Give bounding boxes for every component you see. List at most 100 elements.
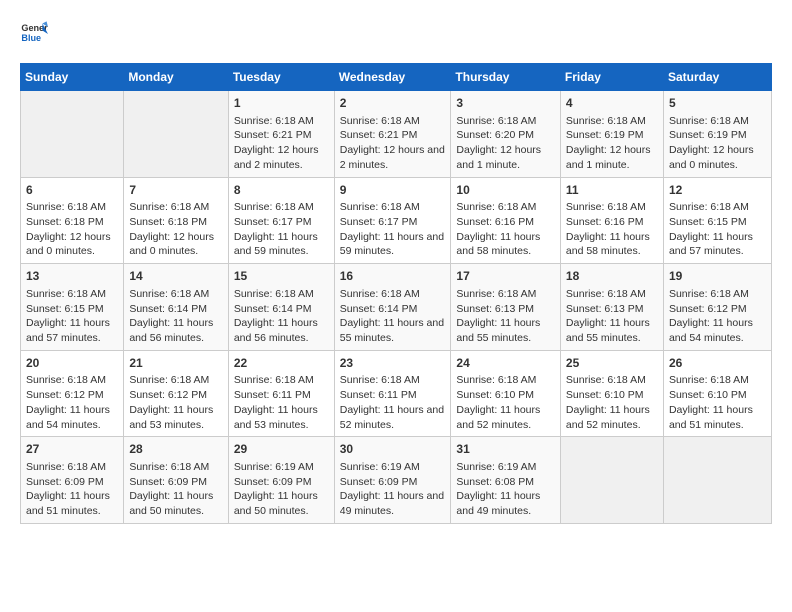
- day-number: 30: [340, 441, 446, 458]
- day-number: 31: [456, 441, 554, 458]
- calendar-cell: 5 Sunrise: 6:18 AM Sunset: 6:19 PM Daylig…: [663, 91, 771, 178]
- day-number: 12: [669, 182, 766, 199]
- calendar-cell: 19 Sunrise: 6:18 AM Sunset: 6:12 PM Dayli…: [663, 264, 771, 351]
- day-info: Sunrise: 6:18 AM Sunset: 6:12 PM Dayligh…: [26, 373, 118, 432]
- calendar-week-4: 27 Sunrise: 6:18 AM Sunset: 6:09 PM Dayli…: [21, 437, 772, 524]
- day-number: 26: [669, 355, 766, 372]
- day-info: Sunrise: 6:18 AM Sunset: 6:21 PM Dayligh…: [234, 114, 329, 173]
- day-info: Sunrise: 6:18 AM Sunset: 6:12 PM Dayligh…: [129, 373, 223, 432]
- day-info: Sunrise: 6:18 AM Sunset: 6:17 PM Dayligh…: [340, 200, 446, 259]
- logo-icon: General Blue: [20, 20, 48, 48]
- day-info: Sunrise: 6:18 AM Sunset: 6:12 PM Dayligh…: [669, 287, 766, 346]
- day-info: Sunrise: 6:18 AM Sunset: 6:16 PM Dayligh…: [456, 200, 554, 259]
- day-info: Sunrise: 6:18 AM Sunset: 6:10 PM Dayligh…: [566, 373, 658, 432]
- day-number: 7: [129, 182, 223, 199]
- calendar-cell: 6Sunrise: 6:18 AM Sunset: 6:18 PM Daylig…: [21, 177, 124, 264]
- calendar-cell: 27 Sunrise: 6:18 AM Sunset: 6:09 PM Dayli…: [21, 437, 124, 524]
- day-number: 15: [234, 268, 329, 285]
- day-number: 28: [129, 441, 223, 458]
- calendar-cell: 4 Sunrise: 6:18 AM Sunset: 6:19 PM Daylig…: [560, 91, 663, 178]
- calendar-week-3: 20Sunrise: 6:18 AM Sunset: 6:12 PM Dayli…: [21, 350, 772, 437]
- day-info: Sunrise: 6:18 AM Sunset: 6:21 PM Dayligh…: [340, 114, 446, 173]
- day-number: 27: [26, 441, 118, 458]
- calendar-header-row: SundayMondayTuesdayWednesdayThursdayFrid…: [21, 64, 772, 91]
- calendar-cell: 11Sunrise: 6:18 AM Sunset: 6:16 PM Dayli…: [560, 177, 663, 264]
- calendar-cell: 30 Sunrise: 6:19 AM Sunset: 6:09 PM Dayli…: [334, 437, 451, 524]
- calendar-cell: 7Sunrise: 6:18 AM Sunset: 6:18 PM Daylig…: [124, 177, 229, 264]
- header-sunday: Sunday: [21, 64, 124, 91]
- day-number: 19: [669, 268, 766, 285]
- day-number: 20: [26, 355, 118, 372]
- day-number: 6: [26, 182, 118, 199]
- day-info: Sunrise: 6:18 AM Sunset: 6:16 PM Dayligh…: [566, 200, 658, 259]
- day-number: 29: [234, 441, 329, 458]
- header-wednesday: Wednesday: [334, 64, 451, 91]
- day-number: 14: [129, 268, 223, 285]
- calendar-cell: 2 Sunrise: 6:18 AM Sunset: 6:21 PM Daylig…: [334, 91, 451, 178]
- logo: General Blue: [20, 20, 48, 48]
- day-number: 21: [129, 355, 223, 372]
- calendar-cell: 1 Sunrise: 6:18 AM Sunset: 6:21 PM Daylig…: [228, 91, 334, 178]
- calendar-cell: 24Sunrise: 6:18 AM Sunset: 6:10 PM Dayli…: [451, 350, 560, 437]
- day-info: Sunrise: 6:18 AM Sunset: 6:19 PM Dayligh…: [566, 114, 658, 173]
- day-number: 24: [456, 355, 554, 372]
- day-number: 4: [566, 95, 658, 112]
- calendar-cell: [124, 91, 229, 178]
- calendar-cell: 21Sunrise: 6:18 AM Sunset: 6:12 PM Dayli…: [124, 350, 229, 437]
- calendar-cell: 8Sunrise: 6:18 AM Sunset: 6:17 PM Daylig…: [228, 177, 334, 264]
- calendar-cell: 12Sunrise: 6:18 AM Sunset: 6:15 PM Dayli…: [663, 177, 771, 264]
- header-monday: Monday: [124, 64, 229, 91]
- calendar-cell: 25Sunrise: 6:18 AM Sunset: 6:10 PM Dayli…: [560, 350, 663, 437]
- day-number: 10: [456, 182, 554, 199]
- day-info: Sunrise: 6:18 AM Sunset: 6:19 PM Dayligh…: [669, 114, 766, 173]
- calendar-cell: 10Sunrise: 6:18 AM Sunset: 6:16 PM Dayli…: [451, 177, 560, 264]
- day-number: 16: [340, 268, 446, 285]
- svg-text:Blue: Blue: [21, 33, 41, 43]
- calendar-cell: [663, 437, 771, 524]
- day-number: 18: [566, 268, 658, 285]
- day-info: Sunrise: 6:18 AM Sunset: 6:14 PM Dayligh…: [129, 287, 223, 346]
- day-info: Sunrise: 6:18 AM Sunset: 6:10 PM Dayligh…: [456, 373, 554, 432]
- calendar-week-1: 6Sunrise: 6:18 AM Sunset: 6:18 PM Daylig…: [21, 177, 772, 264]
- header-saturday: Saturday: [663, 64, 771, 91]
- calendar-cell: 15 Sunrise: 6:18 AM Sunset: 6:14 PM Dayli…: [228, 264, 334, 351]
- calendar-cell: 17 Sunrise: 6:18 AM Sunset: 6:13 PM Dayli…: [451, 264, 560, 351]
- header-tuesday: Tuesday: [228, 64, 334, 91]
- day-info: Sunrise: 6:18 AM Sunset: 6:09 PM Dayligh…: [26, 460, 118, 519]
- day-number: 17: [456, 268, 554, 285]
- day-number: 25: [566, 355, 658, 372]
- day-info: Sunrise: 6:18 AM Sunset: 6:11 PM Dayligh…: [234, 373, 329, 432]
- calendar-cell: 3 Sunrise: 6:18 AM Sunset: 6:20 PM Daylig…: [451, 91, 560, 178]
- day-info: Sunrise: 6:18 AM Sunset: 6:13 PM Dayligh…: [456, 287, 554, 346]
- calendar-cell: 29 Sunrise: 6:19 AM Sunset: 6:09 PM Dayli…: [228, 437, 334, 524]
- calendar-cell: 20Sunrise: 6:18 AM Sunset: 6:12 PM Dayli…: [21, 350, 124, 437]
- day-number: 1: [234, 95, 329, 112]
- header-thursday: Thursday: [451, 64, 560, 91]
- calendar-cell: 31Sunrise: 6:19 AM Sunset: 6:08 PM Dayli…: [451, 437, 560, 524]
- calendar-cell: 23Sunrise: 6:18 AM Sunset: 6:11 PM Dayli…: [334, 350, 451, 437]
- day-number: 5: [669, 95, 766, 112]
- calendar-cell: [21, 91, 124, 178]
- calendar-cell: 14 Sunrise: 6:18 AM Sunset: 6:14 PM Dayli…: [124, 264, 229, 351]
- calendar-cell: 16Sunrise: 6:18 AM Sunset: 6:14 PM Dayli…: [334, 264, 451, 351]
- calendar-cell: 9Sunrise: 6:18 AM Sunset: 6:17 PM Daylig…: [334, 177, 451, 264]
- calendar-week-0: 1 Sunrise: 6:18 AM Sunset: 6:21 PM Daylig…: [21, 91, 772, 178]
- day-info: Sunrise: 6:18 AM Sunset: 6:10 PM Dayligh…: [669, 373, 766, 432]
- calendar-cell: 13Sunrise: 6:18 AM Sunset: 6:15 PM Dayli…: [21, 264, 124, 351]
- calendar-table: SundayMondayTuesdayWednesdayThursdayFrid…: [20, 63, 772, 524]
- day-number: 2: [340, 95, 446, 112]
- day-number: 8: [234, 182, 329, 199]
- calendar-cell: [560, 437, 663, 524]
- day-info: Sunrise: 6:19 AM Sunset: 6:09 PM Dayligh…: [234, 460, 329, 519]
- day-number: 3: [456, 95, 554, 112]
- calendar-cell: 26Sunrise: 6:18 AM Sunset: 6:10 PM Dayli…: [663, 350, 771, 437]
- calendar-cell: 18Sunrise: 6:18 AM Sunset: 6:13 PM Dayli…: [560, 264, 663, 351]
- day-number: 22: [234, 355, 329, 372]
- day-info: Sunrise: 6:19 AM Sunset: 6:09 PM Dayligh…: [340, 460, 446, 519]
- day-info: Sunrise: 6:18 AM Sunset: 6:11 PM Dayligh…: [340, 373, 446, 432]
- page-header: General Blue: [20, 20, 772, 48]
- day-info: Sunrise: 6:18 AM Sunset: 6:14 PM Dayligh…: [234, 287, 329, 346]
- day-number: 9: [340, 182, 446, 199]
- day-number: 11: [566, 182, 658, 199]
- day-info: Sunrise: 6:18 AM Sunset: 6:20 PM Dayligh…: [456, 114, 554, 173]
